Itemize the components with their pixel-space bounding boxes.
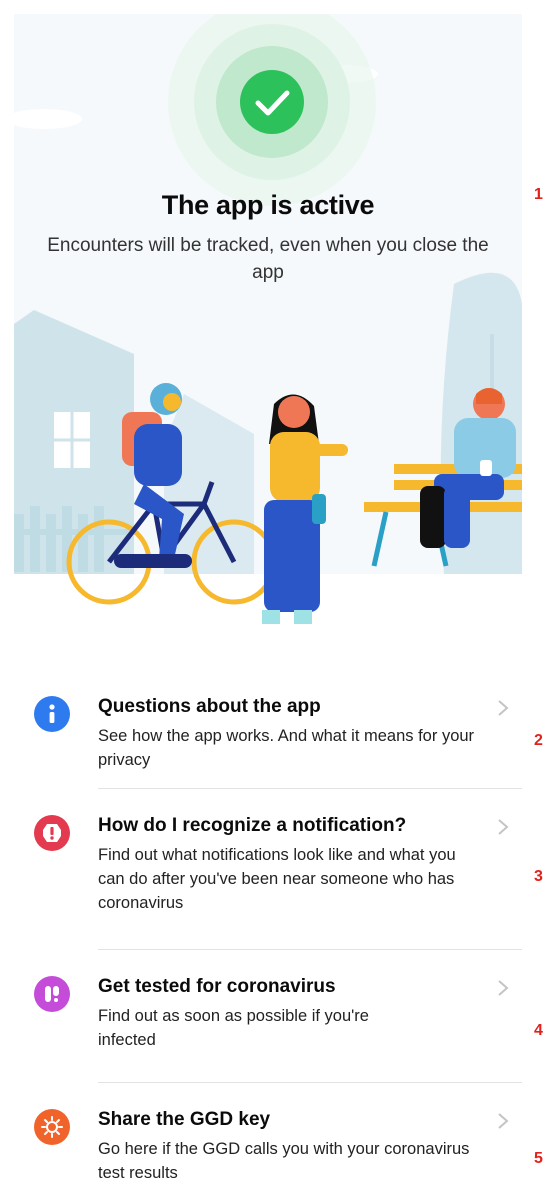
park-illustration [14,14,522,642]
chevron-right-icon [498,1113,509,1129]
annotation-marker-2: 2 [534,732,543,749]
menu-item-questions[interactable]: Questions about the app See how the app … [14,684,522,788]
annotation-marker-3: 3 [534,868,543,885]
check-icon [240,70,304,134]
status-hero: The app is active Encounters will be tra… [14,14,522,642]
menu-item-desc: Go here if the GGD calls you with your c… [98,1140,470,1182]
menu-item-share-ggd-key[interactable]: Share the GGD key Go here if the GGD cal… [14,1083,522,1193]
chevron-right-icon [498,980,509,996]
menu-item-desc: Find out what notifications look like an… [98,846,456,912]
annotation-marker-1: 1 [534,186,543,203]
virus-icon [34,1109,70,1145]
menu-item-desc: Find out as soon as possible if you're i… [98,1007,369,1049]
menu-item-title: Share the GGD key [98,1109,271,1130]
chevron-right-icon [498,700,509,716]
test-tube-icon [34,976,70,1012]
menu-item-title: Questions about the app [98,696,321,717]
menu-item-title: Get tested for coronavirus [98,976,336,997]
annotation-marker-5: 5 [534,1150,543,1167]
annotation-marker-4: 4 [534,1022,543,1039]
status-subtitle: Encounters will be tracked, even when yo… [47,235,489,283]
menu-item-get-tested[interactable]: Get tested for coronavirus Find out as s… [14,950,522,1082]
alert-icon [34,815,70,851]
menu-item-notification[interactable]: How do I recognize a notification? Find … [14,789,522,949]
menu-item-desc: See how the app works. And what it means… [98,727,475,769]
chevron-right-icon [498,819,509,835]
status-title: The app is active [161,190,375,220]
menu-list: Questions about the app See how the app … [14,684,522,1193]
info-icon [34,696,70,732]
menu-item-title: How do I recognize a notification? [98,815,407,836]
